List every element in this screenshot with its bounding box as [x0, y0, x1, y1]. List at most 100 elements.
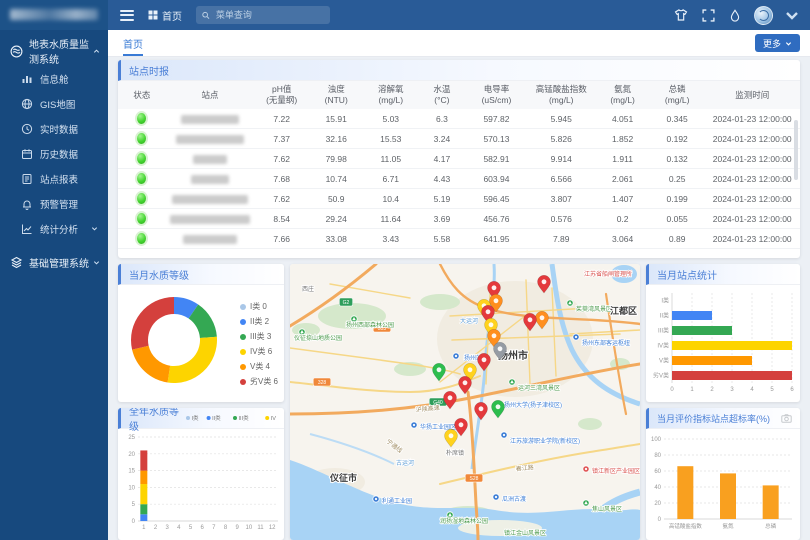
legend-item[interactable]: 劣V类 6 [240, 374, 278, 389]
column-header: 状态 [118, 81, 166, 109]
menu-toggle-icon[interactable] [120, 10, 134, 21]
value-cell: 570.13 [466, 129, 527, 149]
table-row[interactable]: 7.6250.910.45.19596.453.8071.4070.199202… [118, 189, 800, 209]
table-row[interactable]: 7.2215.915.036.3597.825.9454.0510.345202… [118, 109, 800, 129]
station-name-redacted [170, 215, 250, 224]
map-label: 利通工业园 [382, 497, 412, 505]
station-name-cell [166, 129, 255, 149]
value-cell: 0.132 [650, 149, 705, 169]
sidebar-item-label: 预警管理 [40, 197, 78, 211]
time-cell: 2024-01-23 12:00:00 [704, 209, 800, 229]
status-cell [118, 169, 166, 189]
modules-icon [10, 256, 23, 269]
sidebar-item-info-cabin[interactable]: 信息舱 [0, 66, 108, 91]
water-system-icon [10, 45, 23, 58]
sidebar-item-history-data[interactable]: 历史数据 [0, 141, 108, 166]
user-avatar[interactable] [754, 6, 773, 25]
value-cell: 9.914 [527, 149, 595, 169]
legend-item[interactable]: III类 3 [240, 329, 278, 344]
sidebar-item-station-report[interactable]: 站点报表 [0, 166, 108, 191]
svg-text:8: 8 [224, 525, 228, 531]
value-cell: 7.22 [254, 109, 309, 129]
blue-poi-icon [411, 422, 417, 428]
value-cell: 597.82 [466, 109, 527, 129]
time-cell: 2024-01-23 12:00:00 [704, 229, 800, 249]
status-dot-green [135, 151, 148, 166]
breadcrumb-home[interactable]: 首页 [148, 8, 182, 23]
map-label: 镇江金山风景区 [504, 529, 546, 537]
svg-text:6: 6 [200, 525, 204, 531]
map-label: 焦山风景区 [592, 505, 622, 513]
panel-title: 站点时报 [118, 60, 800, 81]
value-cell: 11.64 [363, 209, 418, 229]
svg-text:G2: G2 [343, 300, 350, 306]
status-cell [118, 129, 166, 149]
value-cell: 582.91 [466, 149, 527, 169]
table-row[interactable]: 7.6633.083.435.58641.957.893.0640.892024… [118, 229, 800, 249]
map-label: 瓜洲古渡 [502, 495, 526, 503]
value-cell: 7.89 [527, 229, 595, 249]
svg-text:6: 6 [790, 387, 794, 393]
map-city-label: 仪征市 [329, 472, 357, 483]
value-cell: 0.055 [650, 209, 705, 229]
status-cell [118, 109, 166, 129]
menu-search[interactable] [196, 6, 330, 24]
station-name-cell [166, 189, 255, 209]
map-label: 仪征捺山地质公园 [294, 334, 342, 342]
theme-skin-icon[interactable] [673, 7, 689, 23]
station-name-cell [166, 209, 255, 229]
legend-item[interactable]: V类 4 [240, 359, 278, 374]
value-cell: 0.2 [595, 209, 650, 229]
status-dot-green [135, 231, 148, 246]
station-name-cell [166, 109, 255, 129]
sidebar-group-surface-water-system[interactable]: 地表水质量监测系统 [0, 36, 108, 66]
svg-text:V类: V类 [659, 357, 669, 365]
value-cell: 0.25 [650, 169, 705, 189]
search-input[interactable] [214, 9, 324, 21]
sidebar-item-realtime-data[interactable]: 实时数据 [0, 116, 108, 141]
user-menu-chevron-icon[interactable] [784, 7, 800, 23]
sidebar-item-label: 历史数据 [40, 147, 78, 161]
sidebar-group-base-management[interactable]: 基础管理系统 [0, 247, 108, 277]
sidebar-item-label: 实时数据 [40, 122, 78, 136]
value-cell: 15.91 [309, 109, 364, 129]
station-map-panel: G40G2S28328353扬州西部森林公园仪征捺山地质公园润扬湿地森林公园运河… [290, 264, 640, 540]
table-row[interactable]: 7.6810.746.714.43603.946.5662.0610.25202… [118, 169, 800, 189]
table-scrollbar[interactable] [794, 120, 798, 180]
map-label: 扬州大学(扬子津校区) [504, 401, 562, 409]
svg-text:7: 7 [212, 525, 216, 531]
tab-home[interactable]: 首页 [123, 30, 143, 56]
bell-icon [21, 198, 33, 210]
sidebar-item-gis-map[interactable]: GIS地图 [0, 91, 108, 116]
table-row[interactable]: 8.5429.2411.643.69456.760.5760.20.055202… [118, 209, 800, 229]
legend-item[interactable]: IV类 6 [240, 344, 278, 359]
legend-item[interactable]: II类 2 [240, 314, 278, 329]
park-poi-icon [509, 379, 515, 385]
map-label: 大运河 [460, 317, 478, 325]
svg-text:0: 0 [132, 519, 136, 525]
stations-map[interactable]: G40G2S28328353扬州西部森林公园仪征捺山地质公园润扬湿地森林公园运河… [290, 264, 640, 540]
blue-poi-icon [573, 334, 579, 340]
fullscreen-icon[interactable] [700, 7, 716, 23]
road-shield: G2 [339, 298, 352, 306]
legend-item[interactable]: I类 0 [240, 299, 278, 314]
sidebar-item-statistics-analysis[interactable]: 统计分析 [0, 216, 108, 241]
table-row[interactable]: 7.6279.9811.054.17582.919.9141.9110.1322… [118, 149, 800, 169]
value-cell: 33.08 [309, 229, 364, 249]
yearly-quality-stacked-bar-chart: 0510152025123456789101112 [118, 429, 284, 537]
map-label: 朴席镇 [446, 449, 464, 457]
sidebar-item-alert-management[interactable]: 预警管理 [0, 191, 108, 216]
save-image-icon[interactable] [781, 414, 792, 423]
table-row[interactable]: 7.3732.1615.533.24570.135.8261.8520.1922… [118, 129, 800, 149]
svg-text:2: 2 [710, 387, 714, 393]
station-name-cell [166, 169, 255, 189]
value-cell: 0.192 [650, 129, 705, 149]
svg-text:0: 0 [670, 387, 674, 393]
more-button[interactable]: 更多 [755, 34, 800, 52]
svg-text:II类: II类 [212, 414, 221, 422]
water-drop-icon[interactable] [727, 7, 743, 23]
globe-icon [21, 98, 33, 110]
svg-text:1: 1 [142, 525, 146, 531]
donut-legend: I类 0II类 2III类 3IV类 6V类 4劣V类 6 [240, 299, 278, 389]
value-cell: 5.945 [527, 109, 595, 129]
